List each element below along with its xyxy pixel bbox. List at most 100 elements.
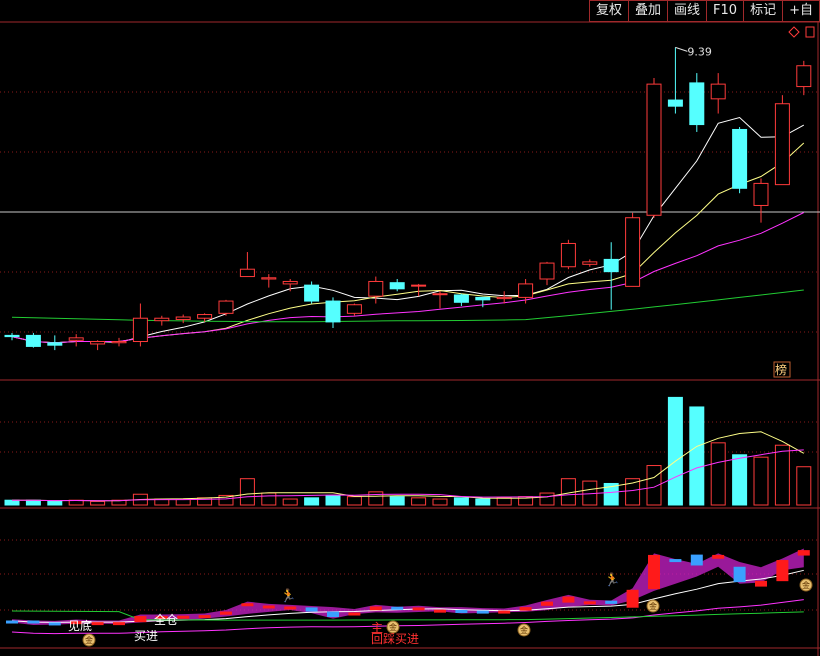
candlestick[interactable] xyxy=(47,335,63,351)
volume-bar xyxy=(325,494,341,506)
candlestick[interactable] xyxy=(432,291,448,309)
candlestick[interactable] xyxy=(218,299,234,316)
candlestick[interactable] xyxy=(4,332,20,341)
volume-bar xyxy=(732,454,748,506)
candlestick[interactable] xyxy=(411,283,427,297)
indicator-bar xyxy=(541,601,553,606)
candlestick[interactable] xyxy=(774,95,790,186)
volume-bar xyxy=(710,442,726,506)
candlestick[interactable] xyxy=(132,303,148,347)
candlestick[interactable] xyxy=(25,332,41,348)
candlestick[interactable] xyxy=(175,314,191,324)
candlestick[interactable] xyxy=(111,337,127,347)
candlestick[interactable] xyxy=(753,178,769,223)
candle-body xyxy=(346,304,362,314)
volume-bar xyxy=(368,491,384,506)
indicator-bar xyxy=(733,566,746,583)
indicator-bar xyxy=(476,610,489,614)
signal-full-position: 全仓 xyxy=(154,612,178,627)
candlestick[interactable] xyxy=(325,297,341,329)
volume-bar xyxy=(689,406,705,506)
volume-bar xyxy=(475,498,491,506)
candlestick[interactable] xyxy=(667,47,683,114)
volume-bar xyxy=(432,498,448,506)
candlestick[interactable] xyxy=(154,315,170,326)
volume-bar xyxy=(4,499,20,506)
volume-bar xyxy=(47,500,63,506)
candlestick[interactable] xyxy=(625,212,641,287)
candle-body xyxy=(68,337,84,341)
indicator-bar xyxy=(455,609,468,613)
candle-body xyxy=(582,261,598,265)
candlestick[interactable] xyxy=(368,276,384,304)
indicator-bar xyxy=(198,615,211,619)
candle-body xyxy=(25,334,41,347)
indicator-bar xyxy=(797,550,810,556)
candle-body xyxy=(325,300,341,323)
candlestick[interactable] xyxy=(710,73,726,114)
window-icon[interactable] xyxy=(805,26,815,38)
candlestick[interactable] xyxy=(518,279,534,304)
candlestick[interactable] xyxy=(304,281,320,304)
candlestick[interactable] xyxy=(689,73,705,132)
indicator-bar xyxy=(605,600,618,604)
indicator-bar xyxy=(305,607,318,612)
candlestick[interactable] xyxy=(197,313,213,322)
indicator-bar xyxy=(648,554,660,590)
candle-body xyxy=(47,342,63,346)
candlestick[interactable] xyxy=(560,239,576,270)
candle-body xyxy=(432,293,448,296)
money-bag-icon[interactable]: 金 xyxy=(799,578,813,592)
indicator-bar xyxy=(27,620,40,624)
money-bag-icon[interactable]: 金 xyxy=(646,599,660,613)
candlestick[interactable] xyxy=(90,340,106,351)
candlestick[interactable] xyxy=(603,242,619,310)
candle-body xyxy=(411,284,427,287)
volume-bar xyxy=(90,500,106,506)
volume-bar xyxy=(239,478,255,506)
candle-body xyxy=(732,128,748,189)
candlestick[interactable] xyxy=(261,274,277,288)
indicator-bar xyxy=(48,622,61,626)
volume-bar xyxy=(346,496,362,506)
indicator-bar xyxy=(776,560,789,582)
money-bag-icon[interactable]: 金 xyxy=(82,633,96,647)
candlestick[interactable] xyxy=(539,261,555,286)
indicator-bar xyxy=(712,554,725,559)
volume-bar xyxy=(496,497,512,506)
candle-body xyxy=(239,268,255,278)
volume-bar xyxy=(304,497,320,506)
candlestick[interactable] xyxy=(453,293,469,306)
indicator-bar xyxy=(6,620,18,624)
stock-chart-canvas[interactable]: 9.39榜金金 金金金🏃🏃见底 全仓买进主回踩买进 xyxy=(0,0,820,656)
candlestick[interactable] xyxy=(282,279,298,292)
candlestick[interactable] xyxy=(796,60,812,96)
candle-body xyxy=(90,341,106,345)
candle-body xyxy=(154,317,170,322)
candle-body xyxy=(646,83,662,216)
candle-body xyxy=(625,217,641,287)
volume-bar xyxy=(261,492,277,506)
indicator-bar xyxy=(284,606,297,610)
indicator-bar xyxy=(755,580,767,587)
volume-ma5-line xyxy=(12,431,805,502)
diamond-icon[interactable] xyxy=(788,26,800,38)
candle-body xyxy=(132,317,148,343)
volume-ma10-line xyxy=(12,449,804,502)
candle-body xyxy=(111,341,127,344)
candlestick[interactable] xyxy=(239,252,255,278)
money-bag-label: 金 xyxy=(520,625,528,635)
volume-bar xyxy=(282,498,298,506)
money-bag-icon[interactable]: 金 xyxy=(517,623,531,637)
candlestick[interactable] xyxy=(346,303,362,316)
candlestick[interactable] xyxy=(389,279,405,292)
candlestick[interactable] xyxy=(646,77,662,218)
rank-badge[interactable]: 榜 xyxy=(775,362,787,377)
high-price-label: 9.39 xyxy=(687,45,712,58)
indicator-bar xyxy=(498,610,511,614)
candlestick[interactable] xyxy=(68,334,84,347)
candle-body xyxy=(753,182,769,206)
ma20-line xyxy=(11,212,805,344)
candlestick[interactable] xyxy=(582,259,598,267)
candlestick[interactable] xyxy=(732,127,748,194)
